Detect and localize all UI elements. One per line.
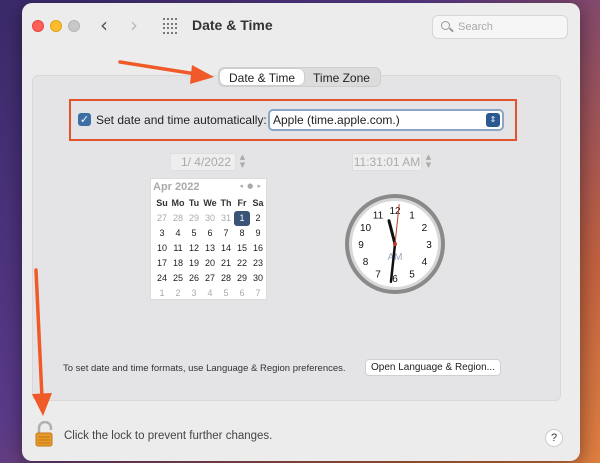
search-placeholder: Search [458,21,493,33]
calendar-day[interactable]: 4 [202,286,218,301]
calendar-weekday-header: Fr [237,198,247,208]
calendar-day[interactable]: 1 [154,286,170,301]
clock-numeral: 8 [363,257,369,268]
calendar-weekday-header: Th [220,198,232,208]
calendar-weekday-header: We [203,198,217,208]
clock-numeral: 7 [375,269,381,280]
zoom-window-button[interactable] [68,20,80,32]
clock-numeral: 10 [360,223,372,234]
calendar-day[interactable]: 15 [234,241,250,256]
formats-hint-text: To set date and time formats, use Langua… [63,363,346,374]
calendar-day[interactable]: 24 [154,271,170,286]
window-title: Date & Time [192,17,273,33]
close-window-button[interactable] [32,20,44,32]
calendar-day[interactable]: 20 [202,256,218,271]
calendar-day[interactable]: 3 [154,226,170,241]
time-stepper[interactable]: ▲ ▼ [424,153,433,171]
calendar-day[interactable]: 31 [218,211,234,226]
search-field[interactable]: Search [432,15,568,39]
search-icon [441,21,450,30]
calendar-day[interactable]: 7 [218,226,234,241]
lock-icon[interactable] [34,421,56,447]
auto-time-checkbox[interactable]: ✓ [78,113,91,126]
calendar: Apr 2022 ◂ ● ▸ Su Mo Tu We Th Fr Sa 27 28 29 30 31 1… [150,178,267,300]
calendar-day[interactable]: 18 [170,256,186,271]
calendar-day[interactable]: 14 [218,241,234,256]
tab-time-zone[interactable]: Time Zone [304,69,379,85]
calendar-weekday-header: Tu [188,198,200,208]
calendar-weekday-header: Su [156,198,168,208]
calendar-day[interactable]: 2 [170,286,186,301]
clock-numeral: 1 [409,211,415,222]
clock-numeral: 4 [422,257,428,268]
calendar-day[interactable]: 26 [186,271,202,286]
calendar-day[interactable]: 5 [218,286,234,301]
calendar-day[interactable]: 2 [250,211,266,226]
calendar-weekday-header: Mo [171,198,185,208]
auto-time-highlight: ✓ Set date and time automatically: Apple… [69,99,517,141]
clock-center-pin [393,242,397,246]
preferences-window: ‹ › Date & Time Search Date & Time Time … [22,3,580,461]
calendar-day[interactable]: 10 [154,241,170,256]
calendar-day[interactable]: 7 [250,286,266,301]
calendar-day[interactable]: 28 [170,211,186,226]
clock-numeral: 2 [422,223,428,234]
show-all-grid-icon[interactable] [163,18,179,34]
calendar-day[interactable]: 27 [202,271,218,286]
calendar-nav-controls[interactable]: ◂ ● ▸ [239,182,262,190]
calendar-day[interactable]: 9 [250,226,266,241]
minimize-window-button[interactable] [50,20,62,32]
calendar-day[interactable]: 30 [202,211,218,226]
calendar-day[interactable]: 13 [202,241,218,256]
calendar-day[interactable]: 8 [234,226,250,241]
tab-date-time[interactable]: Date & Time [220,69,305,85]
clock-numeral: 6 [392,274,398,285]
time-server-select[interactable]: Apple (time.apple.com.) ⇕ [268,109,504,131]
lock-hint-text: Click the lock to prevent further change… [64,430,273,442]
calendar-day[interactable]: 29 [186,211,202,226]
analog-clock: 12 1234567891011AM [345,194,445,294]
calendar-day[interactable]: 29 [234,271,250,286]
calendar-grid: Su Mo Tu We Th Fr Sa 27 28 29 30 31 1 2 3 4 5 6 7 8 9 10 11 12 1… [151,196,268,301]
calendar-day[interactable]: 25 [170,271,186,286]
back-button[interactable]: ‹ [100,15,108,35]
calendar-day[interactable]: 6 [234,286,250,301]
chevron-updown-icon: ⇕ [486,113,500,127]
calendar-day[interactable]: 6 [202,226,218,241]
clock-numeral: 3 [426,240,432,251]
clock-numeral: 11 [373,211,384,222]
calendar-day[interactable]: 17 [154,256,170,271]
calendar-day[interactable]: 21 [218,256,234,271]
help-button[interactable]: ? [545,429,563,447]
calendar-weekday-header: Sa [252,198,264,208]
tab-bar: Date & Time Time Zone [218,67,381,87]
calendar-day[interactable]: 23 [250,256,266,271]
clock-numeral: 5 [409,269,415,280]
calendar-day[interactable]: 11 [170,241,186,256]
date-stepper[interactable]: ▲ ▼ [238,153,247,171]
time-server-value: Apple (time.apple.com.) [273,113,400,127]
calendar-day[interactable]: 4 [170,226,186,241]
calendar-day[interactable]: 22 [234,256,250,271]
calendar-day[interactable]: 12 [186,241,202,256]
title-bar: ‹ › Date & Time Search [22,3,580,51]
forward-button[interactable]: › [130,15,138,35]
open-language-region-button[interactable]: Open Language & Region... [365,359,501,376]
calendar-month-label: Apr 2022 [153,181,200,193]
date-field[interactable]: 1/ 4/2022 [170,153,236,171]
calendar-day[interactable]: 16 [250,241,266,256]
calendar-day-selected[interactable]: 1 [234,211,250,226]
calendar-day[interactable]: 27 [154,211,170,226]
time-field[interactable]: 11:31:01 AM [352,153,422,171]
clock-numeral: 9 [358,240,364,251]
auto-time-label: Set date and time automatically: [96,113,267,127]
calendar-day[interactable]: 3 [186,286,202,301]
calendar-day[interactable]: 30 [250,271,266,286]
calendar-day[interactable]: 28 [218,271,234,286]
calendar-day[interactable]: 19 [186,256,202,271]
calendar-day[interactable]: 5 [186,226,202,241]
